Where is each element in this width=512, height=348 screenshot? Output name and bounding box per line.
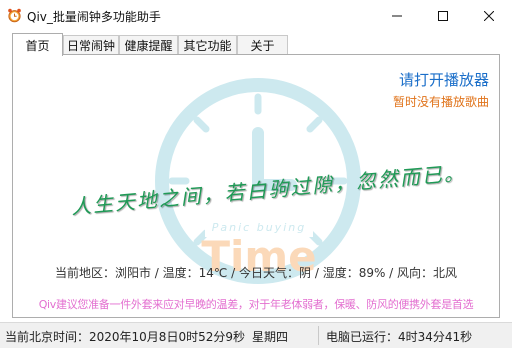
tab-home[interactable]: 首页 bbox=[12, 33, 63, 56]
tab-other-functions[interactable]: 其它功能 bbox=[178, 35, 237, 55]
status-divider bbox=[318, 326, 319, 345]
maximize-button[interactable] bbox=[420, 0, 466, 31]
home-panel: Panic buying Time 请打开播放器 暂时没有播放歌曲 人生天地之间… bbox=[12, 54, 500, 318]
tab-health-reminder[interactable]: 健康提醒 bbox=[119, 35, 178, 55]
alarm-clock-icon bbox=[7, 8, 22, 23]
player-status: 暂时没有播放歌曲 bbox=[392, 95, 489, 109]
tab-about[interactable]: 关于 bbox=[237, 35, 288, 55]
title-bar: Qiv_批量闹钟多功能助手 bbox=[0, 0, 512, 31]
window-title: Qiv_批量闹钟多功能助手 bbox=[27, 10, 161, 24]
weekday: 星期四 bbox=[252, 330, 289, 344]
close-icon bbox=[484, 10, 494, 21]
tab-strip: 首页 日常闹钟 健康提醒 其它功能 关于 bbox=[0, 33, 512, 56]
close-button[interactable] bbox=[466, 0, 512, 31]
weather-tip: Qiv建议您准备一件外套来应对早晚的温差，对于年老体弱者，保暖、防风的便携外套是… bbox=[38, 298, 474, 311]
uptime: 电脑已运行：4时34分41秒 bbox=[326, 330, 473, 344]
weather-info: 当前地区：浏阳市 / 温度：14℃ / 今日天气：阴 / 湿度：89% / 风向… bbox=[54, 266, 458, 280]
open-player-link[interactable]: 请打开播放器 bbox=[399, 69, 489, 90]
minimize-button[interactable] bbox=[374, 0, 420, 31]
maximize-icon bbox=[438, 10, 448, 21]
tab-daily-alarm[interactable]: 日常闹钟 bbox=[63, 35, 119, 55]
beijing-time: 当前北京时间：2020年10月8日0时52分9秒 bbox=[5, 330, 245, 344]
status-bar: 当前北京时间：2020年10月8日0时52分9秒 星期四 电脑已运行：4时34分… bbox=[0, 322, 512, 348]
minimize-icon bbox=[392, 15, 402, 16]
